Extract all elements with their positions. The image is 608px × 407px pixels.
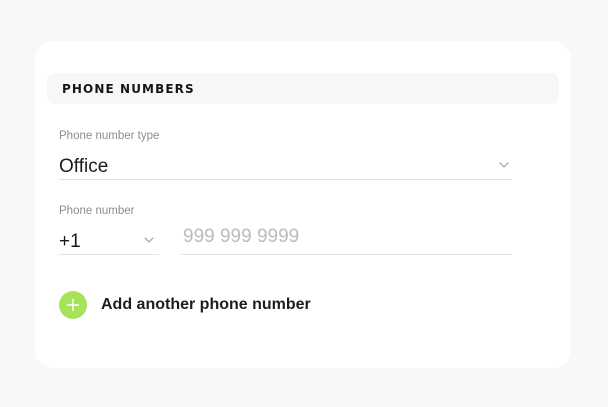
plus-icon[interactable]	[59, 291, 87, 319]
chevron-down-icon	[499, 162, 509, 168]
phone-type-label: Phone number type	[59, 130, 160, 142]
chevron-down-icon	[144, 237, 154, 243]
phone-number-label: Phone number	[59, 205, 135, 217]
phone-type-value: Office	[59, 156, 109, 177]
phone-type-select[interactable]: Office	[59, 148, 512, 180]
phone-number-input[interactable]	[181, 220, 512, 255]
add-phone-number-button[interactable]: Add another phone number	[59, 291, 311, 319]
phone-numbers-card: PHONE NUMBERS Phone number type Office P…	[35, 41, 571, 368]
country-code-select[interactable]: +1	[59, 223, 159, 255]
country-code-value: +1	[59, 231, 81, 252]
add-phone-number-label: Add another phone number	[101, 296, 311, 313]
section-header: PHONE NUMBERS	[47, 73, 559, 104]
section-title: PHONE NUMBERS	[62, 82, 195, 96]
